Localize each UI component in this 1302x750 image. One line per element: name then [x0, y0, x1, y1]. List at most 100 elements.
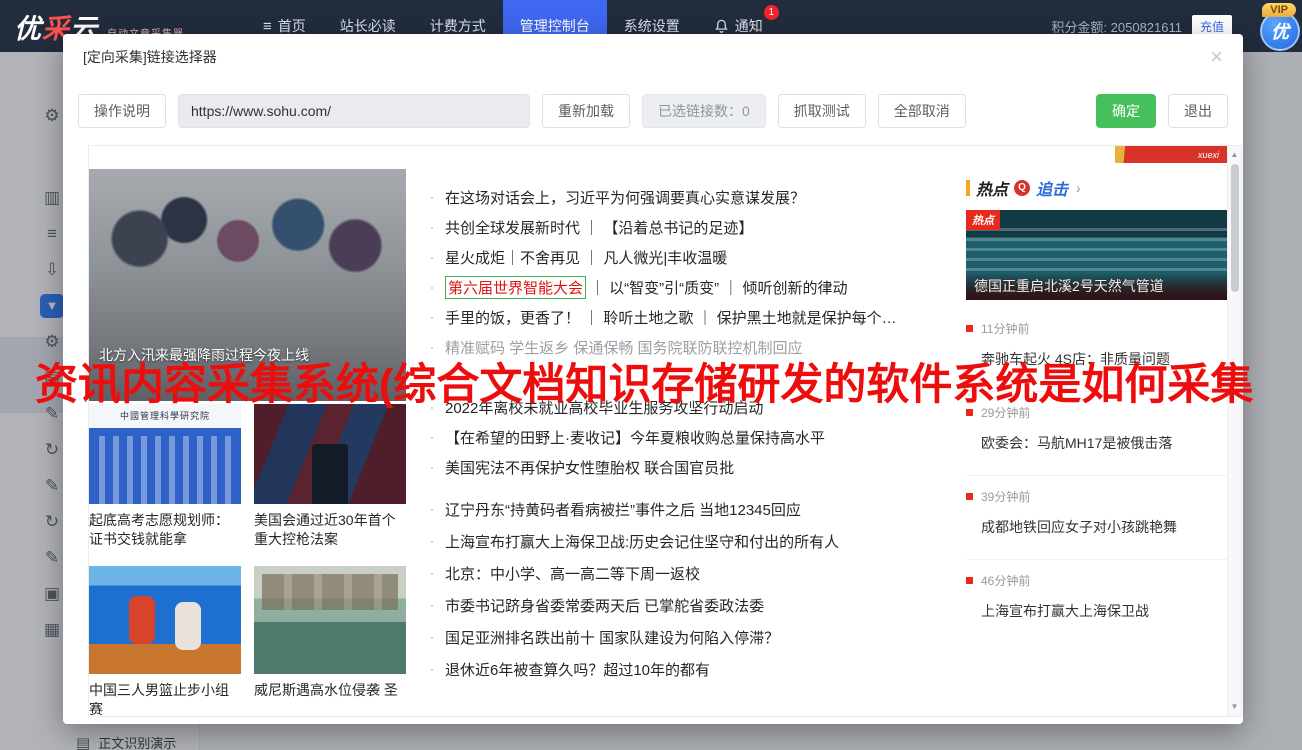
bullet-icon: · [429, 307, 435, 328]
building-windows-decoration [99, 436, 231, 504]
headline-text: 退休近6年被查算久吗？超过10年的都有 [445, 659, 710, 680]
news-card[interactable]: 威尼斯遇高水位侵袭 圣 [254, 566, 406, 700]
headline-item[interactable]: · 2022年离校未就业高校毕业生服务攻坚行动启动 [429, 392, 949, 422]
headline-text: 上海宣布打赢大上海保卫战:历史会记住坚守和付出的所有人 [445, 531, 839, 552]
hot-timeline-item[interactable]: 39分钟前成都地铁回应女子对小孩跳艳舞 [966, 476, 1227, 560]
news-card-caption: 起底高考志愿规划师：证书交钱就能拿 [89, 511, 241, 549]
vip-badge: VIP [1262, 3, 1296, 17]
grab-test-button[interactable]: 抓取测试 [778, 94, 866, 128]
scrollbar-thumb[interactable] [1231, 164, 1239, 292]
nav-item-label: 计费方式 [430, 16, 486, 36]
reload-button[interactable]: 重新加载 [542, 94, 630, 128]
selected-link[interactable]: 第六届世界智能大会 [445, 276, 586, 299]
headline-text: 在这场对话会上，习近平为何强调要真心实意谋发展？ [445, 187, 805, 208]
cancel-all-button[interactable]: 全部取消 [878, 94, 966, 128]
headline-text: 【在希望的田野上·麦收记】今年夏粮收购总量保持高水平 [445, 427, 825, 448]
news-card-caption: 中国三人男篮止步小组赛 [89, 681, 241, 717]
headline-item[interactable]: · 上海宣布打赢大上海保卫战:历史会记住坚守和付出的所有人 [429, 525, 949, 557]
scroll-up-icon[interactable]: ▲ [1228, 148, 1241, 162]
news-card-image [254, 404, 406, 504]
bullet-icon: · [429, 397, 435, 418]
news-card[interactable]: 中国三人男篮止步小组赛 [89, 566, 241, 717]
hot-topics-header[interactable]: 热点 Q 追击 › [966, 176, 1227, 200]
headline-text: 美国宪法不再保护女性堕胎权 联合国官员批 [445, 457, 734, 478]
bullet-icon: · [429, 277, 435, 298]
scroll-down-icon[interactable]: ▼ [1228, 700, 1241, 714]
headline-item[interactable]: · 退休近6年被查算久吗？超过10年的都有 [429, 653, 949, 685]
hot-item-time: 39分钟前 [981, 488, 1030, 505]
hot-item-time: 11分钟前 [981, 320, 1029, 337]
news-card-image [89, 566, 241, 674]
headline-text: 国足亚洲排名跌出前十 国家队建设为何陷入停滞？ [445, 627, 779, 648]
avatar[interactable]: 优 [1260, 11, 1300, 51]
headline-item[interactable]: · 手里的饭，更香了！ ｜ 聆听土地之歌 ｜ 保护黑土地就是保护每个… [429, 302, 949, 332]
headline-text: 精准赋码 学生返乡 保通保畅 国务院联防联控机制回应 [445, 337, 803, 358]
menu-icon: ≡ [263, 18, 272, 35]
headline-text: 辽宁丹东“持黄码者看病被拦”事件之后 当地12345回应 [445, 499, 801, 520]
hot-feature-card[interactable]: 热点 德国正重启北溪2号天然气管道 [966, 210, 1227, 300]
headline-item[interactable]: · 美国宪法不再保护女性堕胎权 联合国官员批 [429, 452, 949, 482]
headline-item[interactable]: ·国足亚洲排名跌出前十 国家队建设为何陷入停滞？ [429, 621, 949, 653]
headline-item[interactable]: · 【在希望的田野上·麦收记】今年夏粮收购总量保持高水平 [429, 422, 949, 452]
image-text: 中國管理科學研究院 [89, 409, 241, 422]
webview-scrollbar[interactable]: ▲ ▼ [1227, 146, 1241, 716]
news-cards: 中國管理科學研究院起底高考志愿规划师：证书交钱就能拿美国会通过近30年首个重大控… [89, 146, 406, 717]
bullet-icon: · [429, 337, 435, 358]
headline-item[interactable]: ·北京：中小学、高一高二等下周一返校 [429, 557, 949, 589]
headline-item[interactable]: · 第六届世界智能大会｜ 以“智变”引“质变” ｜ 倾听创新的律动 [429, 272, 949, 302]
nav-item-label: 管理控制台 [520, 16, 590, 36]
modal-toolbar: 操作说明 重新加载 已选链接数：0 抓取测试 全部取消 确定 退出 [63, 80, 1243, 128]
page-root: ⚙ ▥≡⇩▼⚙▤✎↻✎↻✎▣▦ ▤ 正文识别演示 优采云 自动文章采集器 ≡首页… [0, 0, 1302, 750]
bullet-icon [966, 325, 973, 332]
bullet-icon: · [429, 563, 435, 584]
close-icon[interactable]: × [1210, 46, 1223, 68]
hot-item-time-row: 39分钟前 [966, 488, 1227, 505]
headline-item[interactable]: ·共创全球发展新时代 ｜ 【沿着总书记的足迹】 [429, 212, 949, 242]
headline-text: 星火成炬｜不舍再见 ｜ 凡人微光|丰收温暖 [445, 247, 727, 268]
headline-list-top: ·在这场对话会上，习近平为何强调要真心实意谋发展？·共创全球发展新时代 ｜ 【沿… [429, 182, 949, 482]
hot-timeline-item[interactable]: 46分钟前上海宣布打赢大上海保卫战 [966, 560, 1227, 644]
bullet-icon [966, 493, 973, 500]
hot-topics-section: 热点 Q 追击 › 热点 德国正重启北溪2号天然气管道 11分钟前奔驰车起火 4… [966, 176, 1227, 644]
hot-item-title: 欧委会：马航MH17是被俄击落 [966, 433, 1227, 453]
headline-text: ｜ 以“智变”引“质变” ｜ 倾听创新的律动 [590, 277, 848, 298]
chevron-right-icon: › [1076, 180, 1081, 196]
bullet-icon: · [429, 531, 435, 552]
headline-item[interactable]: · 精准赋码 学生返乡 保通保畅 国务院联防联控机制回应 [429, 332, 949, 362]
news-card[interactable]: 美国会通过近30年首个重大控枪法案 [254, 404, 406, 549]
selected-count-button[interactable]: 已选链接数：0 [642, 94, 766, 128]
hot-item-time-row: 46分钟前 [966, 572, 1227, 589]
exit-button[interactable]: 退出 [1168, 94, 1228, 128]
modal-header: [定向采集]链接选择器 × [63, 34, 1243, 80]
bullet-icon [966, 577, 973, 584]
headline-item[interactable]: ·在这场对话会上，习近平为何强调要真心实意谋发展？ [429, 182, 949, 212]
news-card-caption: 美国会通过近30年首个重大控枪法案 [254, 511, 406, 549]
hot-label: 热点 [976, 176, 1008, 200]
notification-badge: 1 [764, 5, 779, 20]
bullet-icon: · [429, 457, 435, 478]
nav-item-label: 站长必读 [340, 16, 396, 36]
headline-text: 2022年离校未就业高校毕业生服务攻坚行动启动 [445, 397, 763, 418]
bullet-icon: · [429, 499, 435, 520]
credits-amount: 积分金额: 2050821611 [1051, 17, 1182, 36]
headline-item[interactable]: ·星火成炬｜不舍再见 ｜ 凡人微光|丰收温暖 [429, 242, 949, 272]
news-card[interactable]: 中國管理科學研究院起底高考志愿规划师：证书交钱就能拿 [89, 404, 241, 549]
promo-banner: xuexi [1115, 146, 1227, 163]
hot-timeline: 11分钟前奔驰车起火 4S店：非质量问题29分钟前欧委会：马航MH17是被俄击落… [966, 308, 1227, 644]
bullet-icon: · [429, 427, 435, 448]
hot-item-title: 成都地铁回应女子对小孩跳艳舞 [966, 517, 1227, 537]
hot-feature-caption: 德国正重启北溪2号天然气管道 [966, 272, 1227, 300]
bullet-icon: · [429, 659, 435, 680]
url-input[interactable] [178, 94, 530, 128]
headline-item[interactable]: ·市委书记跻身省委常委两天后 已掌舵省委政法委 [429, 589, 949, 621]
headline-text: 手里的饭，更香了！ ｜ 聆听土地之歌 ｜ 保护黑土地就是保护每个… [445, 307, 897, 328]
hot-timeline-item[interactable]: 11分钟前奔驰车起火 4S店：非质量问题 [966, 308, 1227, 392]
news-card-image: 中國管理科學研究院 [89, 404, 241, 504]
bullet-icon: · [429, 217, 435, 238]
help-button[interactable]: 操作说明 [78, 94, 166, 128]
headline-item[interactable]: · 辽宁丹东“持黄码者看病被拦”事件之后 当地12345回应 [429, 493, 949, 525]
modal-title: [定向采集]链接选择器 [83, 47, 217, 67]
confirm-button[interactable]: 确定 [1096, 94, 1156, 128]
hot-timeline-item[interactable]: 29分钟前欧委会：马航MH17是被俄击落 [966, 392, 1227, 476]
hot-item-title: 上海宣布打赢大上海保卫战 [966, 601, 1227, 621]
